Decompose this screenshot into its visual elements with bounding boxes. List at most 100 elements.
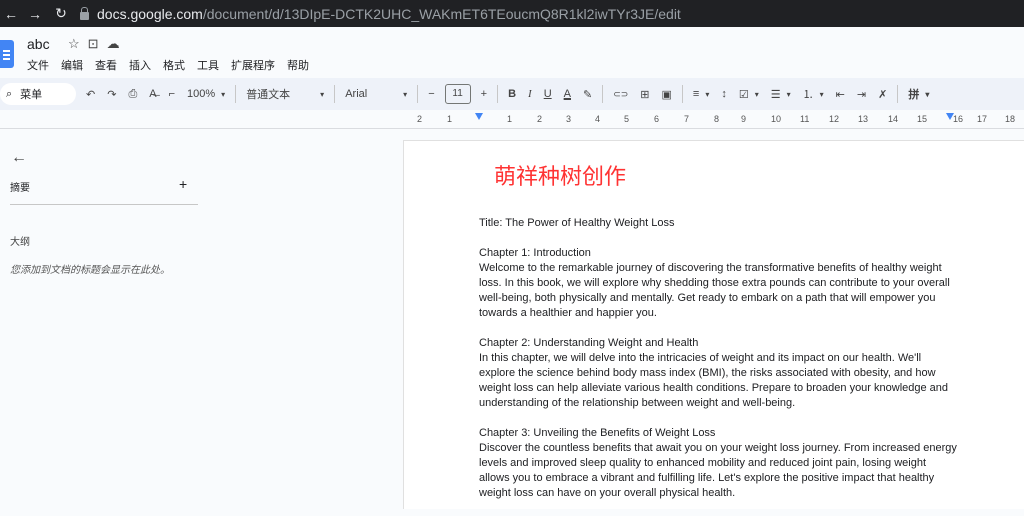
- docs-logo-icon[interactable]: [0, 40, 14, 68]
- ruler-tick: 9: [741, 114, 747, 124]
- url-path: /document/d/13DIpE-DCTK2UHC_WAKmET6TEouc…: [202, 5, 681, 22]
- close-outline-icon[interactable]: ←: [11, 149, 27, 167]
- menu-view[interactable]: 查看: [95, 57, 117, 73]
- text-color-icon[interactable]: A: [558, 88, 577, 100]
- outline-sidebar: ← 摘要 + 大纲 您添加到文档的标题会显示在此处。: [0, 129, 403, 508]
- ruler-tick: 14: [888, 114, 899, 124]
- ruler-tick: 1: [447, 114, 453, 124]
- bullet-list-icon: ☰: [770, 88, 781, 101]
- chevron-down-icon: ▾: [221, 89, 226, 99]
- style-select[interactable]: 普通文本 ▾: [240, 86, 330, 102]
- increase-font-size-icon[interactable]: +: [475, 88, 493, 100]
- back-icon[interactable]: ←: [2, 6, 20, 22]
- docs-header: abc ☆ ⊡ ☁ 文件 编辑 查看 插入 格式 工具 扩展程序 帮助: [0, 27, 1024, 75]
- insert-image-icon[interactable]: ▣: [656, 88, 678, 101]
- decrease-font-size-icon[interactable]: −: [422, 88, 440, 100]
- bullet-list-select[interactable]: ☰ ▾: [765, 88, 797, 101]
- chevron-down-icon: ▾: [786, 89, 791, 99]
- line-spacing-icon[interactable]: ↕: [715, 88, 733, 100]
- ruler-tick: 2: [537, 114, 543, 124]
- ruler-tick: 17: [977, 114, 988, 124]
- paragraph-text: Welcome to the remarkable journey of dis…: [479, 262, 950, 319]
- menu-extensions[interactable]: 扩展程序: [231, 57, 275, 73]
- paragraph-text: In this chapter, we will delve into the …: [479, 352, 949, 409]
- document-heading: 萌祥种树创作: [494, 165, 627, 190]
- add-comment-icon[interactable]: ⊞: [634, 88, 655, 101]
- increase-indent-icon[interactable]: ⇥: [851, 88, 872, 101]
- document-body[interactable]: Title: The Power of Healthy Weight Loss …: [479, 216, 959, 516]
- ruler-tick: 1: [507, 114, 513, 124]
- move-folder-icon[interactable]: ⊡: [88, 36, 99, 52]
- paragraph: Chapter 1: Introduction Welcome to the re…: [479, 246, 959, 321]
- url-field[interactable]: docs.google.com/document/d/13DIpE-DCTK2U…: [80, 6, 681, 22]
- link-icon[interactable]: ⊂⊃: [607, 89, 634, 100]
- zoom-value: 100%: [187, 88, 216, 100]
- print-icon[interactable]: ⎙: [122, 88, 143, 101]
- ruler-tick: 8: [714, 114, 720, 124]
- ruler-tick: 6: [654, 114, 660, 124]
- style-value: 普通文本: [246, 89, 291, 101]
- url-host: docs.google.com: [97, 5, 203, 22]
- outline-label: 大纲: [10, 237, 30, 248]
- chevron-down-icon: ▾: [403, 89, 408, 99]
- left-indent-marker[interactable]: [475, 113, 483, 120]
- ruler-tick: 4: [595, 114, 601, 124]
- cloud-saved-icon[interactable]: ☁: [107, 36, 120, 52]
- menu-file[interactable]: 文件: [27, 57, 49, 73]
- input-tools-select[interactable]: 拼 ▾: [902, 86, 935, 102]
- zoom-select[interactable]: 100% ▾: [181, 88, 231, 100]
- document-title[interactable]: abc: [27, 36, 50, 52]
- align-icon: ≡: [692, 88, 700, 100]
- chevron-down-icon: ▾: [320, 89, 325, 99]
- chevron-down-icon: ▾: [819, 89, 824, 99]
- menu-tools[interactable]: 工具: [197, 57, 219, 73]
- menu-help[interactable]: 帮助: [287, 57, 309, 73]
- undo-icon[interactable]: ↶: [80, 88, 101, 101]
- align-select[interactable]: ≡ ▾: [687, 88, 715, 100]
- ruler-tick: 12: [829, 114, 840, 124]
- chevron-down-icon: ▾: [705, 89, 710, 99]
- menu-format[interactable]: 格式: [163, 57, 185, 73]
- italic-icon[interactable]: I: [522, 88, 538, 100]
- ruler-tick: 18: [1005, 114, 1016, 124]
- menu-insert[interactable]: 插入: [129, 57, 151, 73]
- checklist-icon: ☑: [738, 88, 749, 101]
- ruler-tick: 5: [624, 114, 630, 124]
- paragraph: Title: The Power of Healthy Weight Loss: [479, 217, 675, 229]
- horizontal-ruler[interactable]: 2 1 1 2 3 4 5 6 7 8 9 10 11 12 13 14 15 …: [403, 113, 1024, 127]
- document-page[interactable]: 萌祥种树创作 Title: The Power of Healthy Weigh…: [403, 140, 1024, 509]
- highlight-icon[interactable]: ✎: [577, 88, 598, 101]
- font-size-input[interactable]: 11: [444, 84, 471, 104]
- numbered-list-select[interactable]: ⒈ ▾: [797, 86, 830, 102]
- menu-edit[interactable]: 编辑: [61, 57, 83, 73]
- ruler-tick: 13: [858, 114, 869, 124]
- bold-icon[interactable]: B: [502, 88, 522, 100]
- decrease-indent-icon[interactable]: ⇤: [830, 88, 851, 101]
- outline-hint: 您添加到文档的标题会显示在此处。: [10, 265, 170, 276]
- ruler-tick: 7: [684, 114, 690, 124]
- underline-icon[interactable]: U: [538, 88, 558, 100]
- reload-icon[interactable]: ↻: [52, 5, 70, 22]
- paint-format-icon[interactable]: ⌐: [163, 88, 181, 100]
- menu-search-label: 菜单: [20, 89, 43, 101]
- forward-icon[interactable]: →: [26, 6, 44, 22]
- star-icon[interactable]: ☆: [68, 36, 80, 52]
- add-summary-icon[interactable]: +: [179, 176, 187, 192]
- chapter-heading: Chapter 1: Introduction: [479, 247, 591, 259]
- paragraph: Chapter 2: Understanding Weight and Heal…: [479, 336, 959, 411]
- redo-icon[interactable]: ↷: [101, 88, 122, 101]
- clear-formatting-icon[interactable]: ✗: [872, 88, 893, 101]
- paragraph: Chapter 3: Unveiling the Benefits of Wei…: [479, 426, 959, 501]
- font-value: Arial: [345, 88, 368, 100]
- chevron-down-icon: ▾: [754, 89, 759, 99]
- menu-search-box[interactable]: ⌕ 菜单: [0, 83, 76, 105]
- ruler-tick: 3: [566, 114, 572, 124]
- spellcheck-icon[interactable]: A̶: [143, 88, 162, 100]
- ruler-tick: 2: [417, 114, 423, 124]
- paragraph-text: Discover the countless benefits that awa…: [479, 442, 957, 499]
- font-select[interactable]: Arial ▾: [339, 88, 413, 100]
- input-tools-icon: 拼: [908, 89, 920, 101]
- checklist-select[interactable]: ☑ ▾: [733, 88, 765, 101]
- lock-icon: [80, 6, 89, 20]
- ruler-tick: 11: [800, 114, 810, 124]
